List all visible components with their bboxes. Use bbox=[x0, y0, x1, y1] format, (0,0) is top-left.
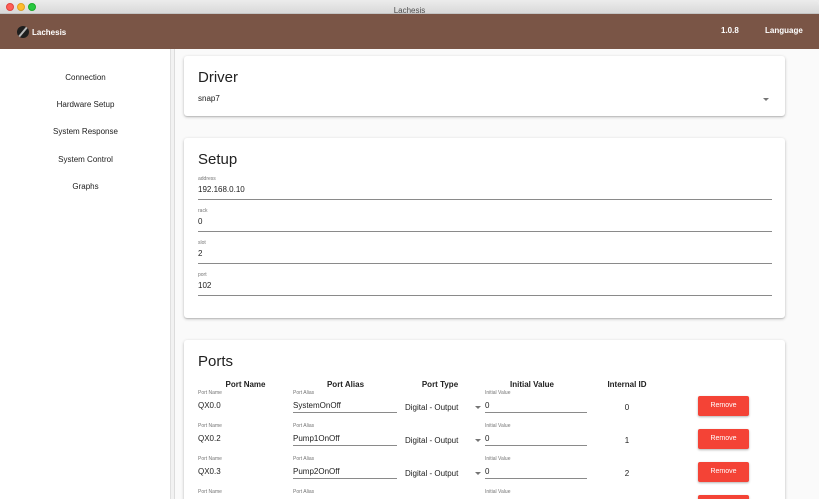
port-alias-underline bbox=[293, 412, 397, 413]
slot-label: slot bbox=[198, 240, 206, 246]
initial-value-underline bbox=[485, 478, 587, 479]
address-field[interactable]: address 192.168.0.10 bbox=[198, 176, 772, 200]
minimize-window-button[interactable] bbox=[17, 3, 25, 11]
port-field[interactable]: port 102 bbox=[198, 272, 772, 296]
port-alias-input[interactable]: Pump2OnOff bbox=[293, 467, 340, 476]
app-bar: Lachesis 1.0.8 Language bbox=[0, 14, 819, 49]
chevron-down-icon bbox=[475, 439, 481, 442]
language-button[interactable]: Language bbox=[765, 26, 803, 35]
brand[interactable]: Lachesis bbox=[17, 25, 66, 39]
sidebar-scrollbar[interactable] bbox=[171, 49, 175, 499]
address-label: address bbox=[198, 176, 216, 182]
brand-name: Lachesis bbox=[32, 27, 67, 37]
port-type-select[interactable]: Digital - Output bbox=[405, 469, 458, 478]
initial-value-label: Initial Value bbox=[485, 456, 511, 462]
port-alias-underline bbox=[293, 478, 397, 479]
port-type-select[interactable]: Digital - Output bbox=[405, 436, 458, 445]
port-alias-label: Port Alias bbox=[293, 456, 315, 462]
internal-id-value: 2 bbox=[624, 469, 630, 478]
driver-title: Driver bbox=[198, 69, 238, 86]
initial-value-input[interactable]: 0 bbox=[485, 434, 489, 443]
chevron-down-icon bbox=[475, 406, 481, 409]
port-value: 102 bbox=[198, 281, 212, 290]
header-internal-id: Internal ID bbox=[607, 380, 647, 389]
sidebar: Connection Hardware Setup System Respons… bbox=[0, 49, 171, 499]
setup-card: Setup address 192.168.0.10 rack 0 slot 2… bbox=[184, 138, 785, 318]
rack-value: 0 bbox=[198, 217, 203, 226]
version-label: 1.0.8 bbox=[721, 26, 739, 35]
initial-value-label: Initial Value bbox=[485, 489, 511, 495]
port-alias-label: Port Alias bbox=[293, 489, 315, 495]
lachesis-logo-icon bbox=[17, 26, 29, 38]
remove-port-button[interactable]: Remove bbox=[698, 429, 749, 449]
header-port-alias: Port Alias bbox=[326, 380, 365, 389]
address-value: 192.168.0.10 bbox=[198, 185, 245, 194]
initial-value-input[interactable]: 0 bbox=[485, 467, 489, 476]
remove-port-button[interactable]: Remove bbox=[698, 396, 749, 416]
initial-value-underline bbox=[485, 445, 587, 446]
slot-value: 2 bbox=[198, 249, 203, 258]
sidebar-item-graphs[interactable]: Graphs bbox=[0, 182, 171, 191]
header-port-type: Port Type bbox=[421, 380, 459, 389]
slot-field[interactable]: slot 2 bbox=[198, 240, 772, 264]
port-name-label: Port Name bbox=[198, 423, 222, 429]
chevron-down-icon bbox=[475, 472, 481, 475]
port-name-input[interactable]: QX0.0 bbox=[198, 401, 221, 410]
ports-title: Ports bbox=[198, 353, 234, 370]
sidebar-item-system-response[interactable]: System Response bbox=[0, 127, 171, 136]
port-name-label: Port Name bbox=[198, 390, 222, 396]
port-label: port bbox=[198, 272, 207, 278]
initial-value-label: Initial Value bbox=[485, 390, 511, 396]
header-port-name: Port Name bbox=[225, 380, 266, 389]
sidebar-item-connection[interactable]: Connection bbox=[0, 73, 171, 82]
internal-id-value: 0 bbox=[624, 403, 630, 412]
driver-card: Driver snap7 bbox=[184, 56, 785, 116]
chevron-down-icon bbox=[763, 98, 769, 101]
setup-title: Setup bbox=[198, 151, 238, 168]
port-alias-input[interactable]: Pump1OnOff bbox=[293, 434, 340, 443]
initial-value-label: Initial Value bbox=[485, 423, 511, 429]
rack-field[interactable]: rack 0 bbox=[198, 208, 772, 232]
port-name-label: Port Name bbox=[198, 456, 222, 462]
header-initial-value: Initial Value bbox=[509, 380, 554, 389]
initial-value-underline bbox=[485, 412, 587, 413]
driver-select[interactable]: snap7 bbox=[198, 92, 772, 106]
sidebar-item-hardware-setup[interactable]: Hardware Setup bbox=[0, 100, 171, 109]
driver-select-value: snap7 bbox=[198, 94, 220, 103]
port-name-input[interactable]: QX0.3 bbox=[198, 467, 221, 476]
close-window-button[interactable] bbox=[6, 3, 14, 11]
app-window: Lachesis Lachesis 1.0.8 Language Connect… bbox=[0, 0, 819, 499]
internal-id-value: 1 bbox=[624, 436, 630, 445]
port-name-input[interactable]: QX0.2 bbox=[198, 434, 221, 443]
maximize-window-button[interactable] bbox=[28, 3, 36, 11]
remove-port-button[interactable]: Remove bbox=[698, 495, 749, 499]
title-bar: Lachesis bbox=[0, 0, 819, 15]
initial-value-input[interactable]: 0 bbox=[485, 401, 489, 410]
remove-port-button[interactable]: Remove bbox=[698, 462, 749, 482]
ports-card: Ports Port Name Port Alias Port Type Ini… bbox=[184, 340, 785, 499]
port-type-select[interactable]: Digital - Output bbox=[405, 403, 458, 412]
port-alias-label: Port Alias bbox=[293, 423, 315, 429]
port-alias-label: Port Alias bbox=[293, 390, 315, 396]
sidebar-item-system-control[interactable]: System Control bbox=[0, 155, 171, 164]
rack-label: rack bbox=[198, 208, 208, 214]
port-name-label: Port Name bbox=[198, 489, 222, 495]
port-alias-input[interactable]: SystemOnOff bbox=[293, 401, 341, 410]
port-alias-underline bbox=[293, 445, 397, 446]
